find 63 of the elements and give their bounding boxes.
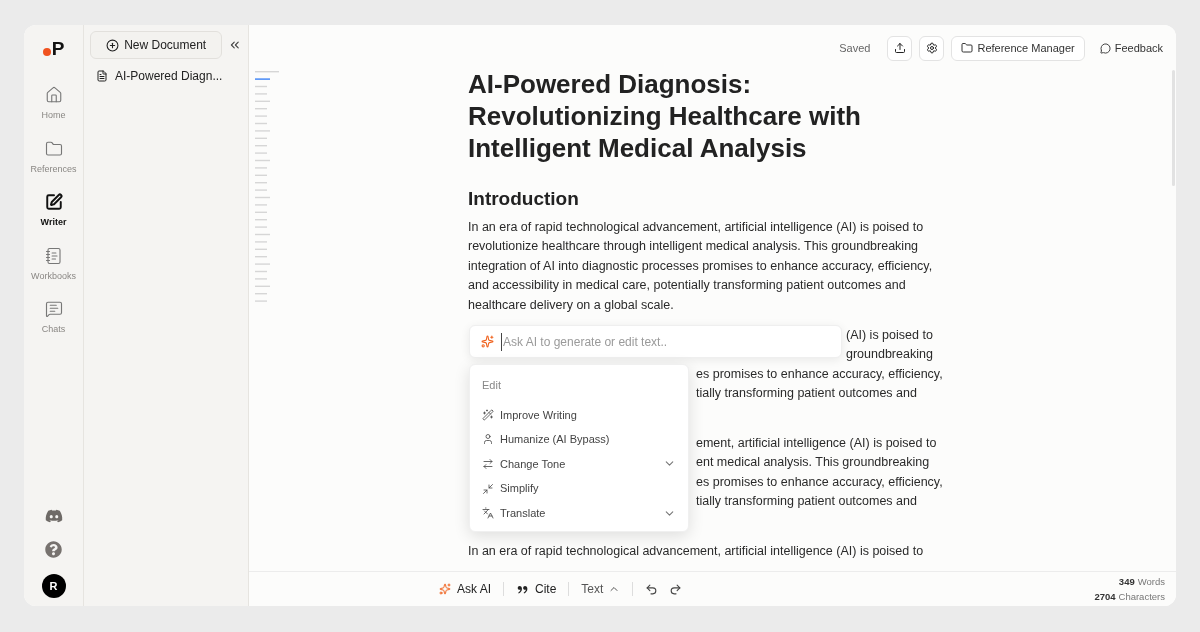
menu-item[interactable]: Simplify — [482, 476, 676, 501]
text-line: (AI) is poised to — [846, 327, 933, 344]
save-status: Saved — [839, 40, 871, 56]
nav-item[interactable]: Chats — [30, 300, 77, 337]
menu-section-label: Edit — [482, 378, 502, 393]
document-icon — [96, 70, 108, 82]
paragraph: In an era of rapid technological advancement, artificial intelligence (AI) is poised to revolutionize healthcare through intelligent medical analysis. This groundbreaking integration of AI into diagnostic processes promises to enhance accuracy, efficiency, and accessibility in medical care, potentially transforming patient outcomes and healthcare delivery on a global scale. — [468, 219, 934, 314]
user-avatar[interactable]: R — [41, 574, 66, 598]
text-line: tially transforming patient outcomes and — [696, 493, 917, 511]
text-line: ent medical analysis. This groundbreaking — [696, 454, 930, 472]
app-logo[interactable]: P — [42, 39, 65, 58]
export-button[interactable] — [887, 35, 913, 61]
count-value: 2704 — [1094, 590, 1116, 603]
section-heading: Introduction — [468, 187, 580, 211]
ai-prompt-field[interactable]: Ask AI to generate or edit text.. — [469, 325, 842, 358]
sparkle-icon — [439, 583, 451, 595]
shrink-arrows-icon — [482, 482, 494, 495]
folder-icon — [44, 139, 63, 158]
text-line: ement, artificial intelligence (AI) is poised to — [696, 435, 937, 452]
plus-circle-icon — [106, 38, 120, 52]
notebook-icon — [44, 246, 63, 265]
paragraph: In an era of rapid technological advancement, artificial intelligence (AI) is poised to — [468, 543, 925, 560]
swap-arrows-icon — [482, 458, 494, 470]
wand-icon — [482, 408, 494, 421]
menu-item[interactable]: Improve Writing — [482, 402, 676, 428]
ai-prompt-input[interactable]: Ask AI to generate or edit text.. — [501, 332, 841, 351]
reference-manager-button[interactable]: Reference Manager — [951, 35, 1085, 61]
document-item[interactable]: AI-Powered Diagn... — [90, 67, 242, 85]
sparkle-icon — [481, 335, 494, 348]
cite-button[interactable]: Cite — [516, 580, 557, 598]
folder-icon — [961, 42, 974, 54]
text-line: es promises to enhance accuracy, efficiency, — [696, 365, 943, 383]
count-label: Characters — [1118, 590, 1165, 603]
speech-bubble-icon — [1099, 42, 1111, 54]
text-style-dropdown[interactable]: Text — [581, 580, 621, 598]
help-icon[interactable] — [45, 541, 62, 558]
upload-icon — [893, 42, 906, 54]
menu-item[interactable]: Translate — [482, 500, 676, 526]
text-line: groundbreaking — [846, 346, 933, 364]
pen-note-icon — [44, 193, 63, 211]
translate-icon — [482, 507, 494, 520]
count-label: Words — [1137, 575, 1165, 588]
home-icon — [44, 86, 63, 104]
chat-icon — [44, 300, 63, 318]
nav-item[interactable]: References — [30, 139, 77, 176]
undo-icon[interactable] — [645, 582, 659, 596]
feedback-button[interactable]: Feedback — [1097, 35, 1165, 61]
menu-item[interactable]: Humanize (AI Bypass) — [482, 427, 676, 452]
person-icon — [482, 433, 494, 446]
nav-item[interactable]: Writer — [30, 193, 77, 230]
document-title: AI-Powered Diagnosis: Revolutionizing Healthcare with Intelligent Medical Analysis — [468, 68, 862, 164]
nav-item[interactable]: Home — [30, 86, 77, 123]
settings-button[interactable] — [919, 35, 945, 61]
new-document-button[interactable]: New Document — [90, 31, 223, 59]
text-line: es promises to enhance accuracy, efficiency, — [696, 473, 943, 491]
menu-item[interactable]: Change Tone — [482, 451, 676, 477]
redo-icon[interactable] — [669, 582, 683, 596]
text-line: tially transforming patient outcomes and — [696, 385, 917, 403]
ask-ai-button[interactable]: Ask AI — [439, 580, 491, 598]
nav-item[interactable]: Workbooks — [30, 246, 77, 283]
discord-icon[interactable] — [44, 507, 63, 525]
settings-icon — [925, 42, 938, 54]
count-value: 349 — [1118, 575, 1135, 588]
